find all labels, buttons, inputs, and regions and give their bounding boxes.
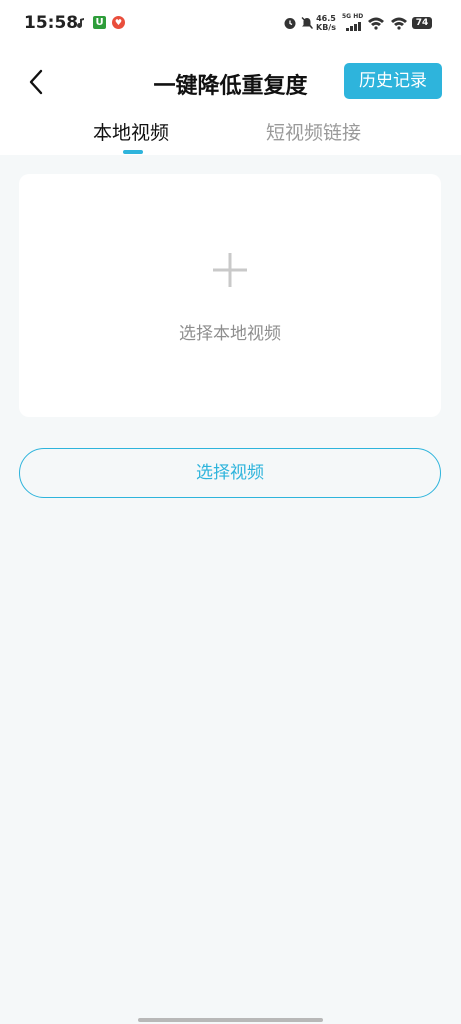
wifi-icon [368,17,384,30]
alarm-icon [284,18,296,29]
music-note-icon [77,17,84,28]
history-button[interactable]: 历史记录 [344,63,442,99]
nav-bar: 一键降低重复度 历史记录 [0,55,461,109]
plus-icon [213,253,247,287]
wifi-icon-2 [391,17,407,30]
active-tab-indicator [123,150,143,154]
tab-bar: 本地视频 短视频链接 [0,112,461,155]
select-video-button[interactable]: 选择视频 [19,448,441,498]
status-time: 15:58 [24,13,79,33]
tab-video-link[interactable]: 短视频链接 [266,118,361,145]
status-bar: 15:58 U ♥ 46.5 KB/s 5G HD 74 [0,0,461,48]
heart-shield-icon: ♥ [112,16,125,29]
battery-icon: 74 [412,17,432,29]
home-indicator[interactable] [138,1018,323,1022]
signal-label: 5G HD [342,13,364,20]
network-speed: 46.5 KB/s [316,14,336,32]
app-notification-icon: U [93,16,106,29]
tab-local-video[interactable]: 本地视频 [93,118,169,145]
upload-label: 选择本地视频 [179,324,281,344]
cellular-signal-icon [346,22,361,31]
upload-card[interactable]: 选择本地视频 [19,174,441,417]
bell-muted-icon [301,17,314,29]
header-area: 15:58 U ♥ 46.5 KB/s 5G HD 74 一键降低重复度 历史记… [0,0,461,155]
